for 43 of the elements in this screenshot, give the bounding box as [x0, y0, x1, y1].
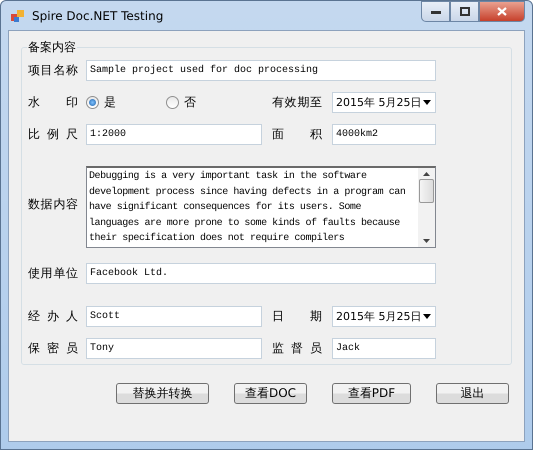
minimize-icon: [430, 10, 440, 14]
text-field[interactable]: Facebook Ltd.: [86, 263, 436, 284]
close-button[interactable]: [479, 1, 525, 22]
text-area[interactable]: Debugging is a very important task in the software development process since having defects in a program can have significant consequences for its users. Some languages are more prone to some kinds of faults because their specification does not require compilers: [86, 166, 436, 248]
group-title: 备案内容: [27, 39, 77, 56]
maximize-icon: [460, 7, 470, 16]
action-button[interactable]: 查看DOC: [234, 383, 307, 404]
field-label: 项目名称: [28, 62, 78, 79]
field-label: 使用单位: [28, 265, 78, 282]
radio-button[interactable]: [86, 96, 99, 109]
field-label: 比 例 尺: [28, 126, 78, 143]
scroll-up-icon[interactable]: [423, 172, 430, 176]
field-label: 数据内容: [28, 196, 78, 212]
text-field[interactable]: Sample project used for doc processing: [86, 60, 436, 81]
text-field[interactable]: Scott: [86, 306, 262, 327]
scrollbar[interactable]: [418, 168, 435, 247]
date-picker[interactable]: 2015年 5月25日: [332, 92, 436, 113]
text-field[interactable]: 1:2000: [86, 124, 262, 145]
field-label: 水 印: [28, 94, 78, 111]
dropdown-arrow-icon: [423, 314, 431, 319]
text-field[interactable]: 4000km2: [332, 124, 436, 145]
action-button[interactable]: 退出: [436, 383, 509, 404]
minimize-button[interactable]: [421, 1, 450, 22]
action-button[interactable]: 替换并转换: [116, 383, 209, 404]
date-picker[interactable]: 2015年 5月25日: [332, 306, 436, 327]
close-icon: [497, 7, 507, 16]
app-icon: [10, 8, 26, 24]
field-label: 日 期: [272, 308, 322, 325]
radio-button[interactable]: [166, 96, 179, 109]
field-label: 有效期至: [272, 94, 322, 111]
field-label: 经 办 人: [28, 308, 78, 325]
field-label: 监 督 员: [272, 340, 322, 357]
text-field[interactable]: Jack: [332, 338, 436, 359]
radio-label[interactable]: 否: [184, 94, 196, 111]
field-label: 保 密 员: [28, 340, 78, 357]
dropdown-arrow-icon: [423, 100, 431, 105]
scroll-down-icon[interactable]: [423, 239, 430, 243]
text-field[interactable]: Tony: [86, 338, 262, 359]
maximize-button[interactable]: [450, 1, 479, 22]
field-label: 面 积: [272, 126, 322, 143]
radio-label[interactable]: 是: [104, 94, 116, 111]
window-title: Spire Doc.NET Testing: [32, 8, 164, 22]
action-button[interactable]: 查看PDF: [332, 383, 411, 404]
